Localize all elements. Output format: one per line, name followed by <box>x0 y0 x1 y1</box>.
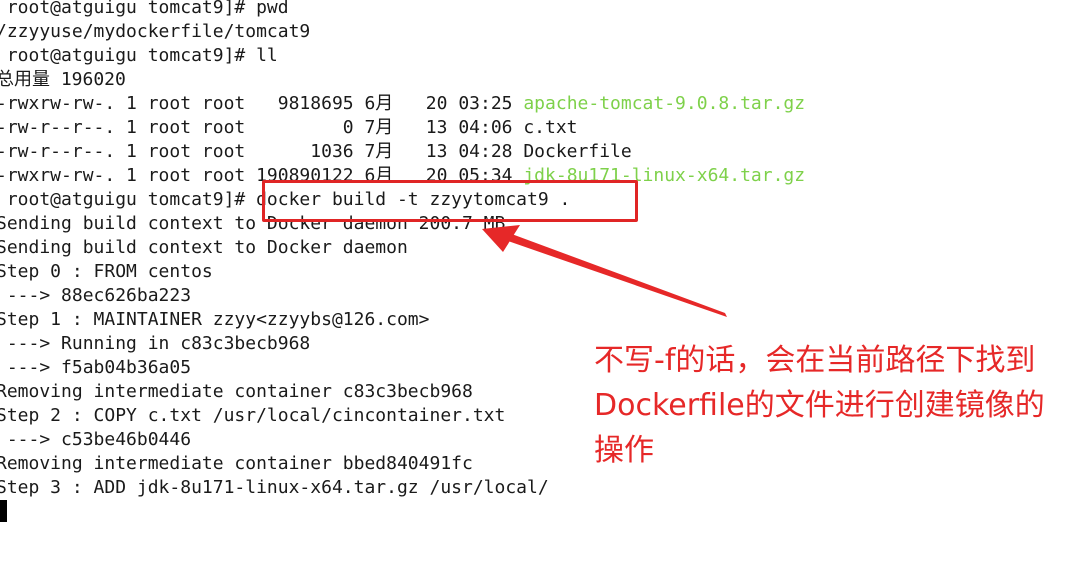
terminal-line: ---> Running in c83c3becb968 <box>0 332 310 356</box>
terminal-line: ---> c53be46b0446 <box>0 428 191 452</box>
terminal-text: ---> f5ab04b36a05 <box>0 357 192 378</box>
terminal-line: Step 3 : ADD jdk-8u171-linux-x64.tar.gz … <box>0 476 549 500</box>
terminal-line: Removing intermediate container bbed8404… <box>0 452 473 476</box>
terminal-line: Sending build context to Docker daemon <box>0 236 408 260</box>
terminal-text: Step 2 : COPY c.txt /usr/local/cincontai… <box>0 405 506 426</box>
annotation-note: 不写-f的话，会在当前路径下找到Dockerfile的文件进行创建镜像的操作 <box>594 343 1045 468</box>
terminal-line: Step 2 : COPY c.txt /usr/local/cincontai… <box>0 404 505 428</box>
terminal-line: ---> f5ab04b36a05 <box>0 356 191 380</box>
terminal-line: -rw-r--r--. 1 root root 1036 7月 13 04:28… <box>0 140 632 164</box>
terminal-text: /zzyyuse/mydockerfile/tomcat9 <box>0 21 311 42</box>
terminal-line: root@atguigu tomcat9]# pwd <box>0 0 289 20</box>
terminal-text: -rw-r--r--. 1 root root 0 7月 13 04:06 c.… <box>0 117 578 138</box>
terminal-cursor <box>0 500 7 522</box>
command-highlight-box <box>262 180 638 222</box>
terminal-text: ---> 88ec626ba223 <box>0 285 192 306</box>
terminal-filename-executable: apache-tomcat-9.0.8.tar.gz <box>523 93 806 114</box>
terminal-text: Step 0 : FROM centos <box>0 261 213 282</box>
terminal-line: -rwxrw-rw-. 1 root root 9818695 6月 20 03… <box>0 92 805 116</box>
terminal-line: Step 0 : FROM centos <box>0 260 213 284</box>
terminal-text: root@atguigu tomcat9]# pwd <box>0 0 289 18</box>
terminal-line: root@atguigu tomcat9]# ll <box>0 44 278 68</box>
terminal-text: -rw-r--r--. 1 root root 1036 7月 13 04:28… <box>0 141 632 162</box>
terminal-text: ---> Running in c83c3becb968 <box>0 333 311 354</box>
terminal-text: Removing intermediate container bbed8404… <box>0 453 473 474</box>
terminal-text: Step 3 : ADD jdk-8u171-linux-x64.tar.gz … <box>0 477 549 498</box>
terminal-text: ---> c53be46b0446 <box>0 429 192 450</box>
terminal-text: Removing intermediate container c83c3bec… <box>0 381 473 402</box>
terminal-line: 总用量 196020 <box>0 68 126 92</box>
terminal-text: root@atguigu tomcat9]# ll <box>0 45 278 66</box>
terminal-line: Removing intermediate container c83c3bec… <box>0 380 473 404</box>
terminal-output[interactable]: root@atguigu tomcat9]# pwd/zzyyuse/mydoc… <box>0 0 1092 586</box>
terminal-line: /zzyyuse/mydockerfile/tomcat9 <box>0 20 310 44</box>
terminal-text: Step 1 : MAINTAINER zzyy<zzyybs@126.com> <box>0 309 430 330</box>
terminal-line: -rw-r--r--. 1 root root 0 7月 13 04:06 c.… <box>0 116 578 140</box>
terminal-text: -rwxrw-rw-. 1 root root 9818695 6月 20 03… <box>0 93 524 114</box>
terminal-screenshot: root@atguigu tomcat9]# pwd/zzyyuse/mydoc… <box>0 0 1092 586</box>
terminal-text: Sending build context to Docker daemon <box>0 237 408 258</box>
terminal-line: Step 1 : MAINTAINER zzyy<zzyybs@126.com> <box>0 308 429 332</box>
terminal-text: 总用量 196020 <box>0 69 126 90</box>
terminal-line: ---> 88ec626ba223 <box>0 284 191 308</box>
